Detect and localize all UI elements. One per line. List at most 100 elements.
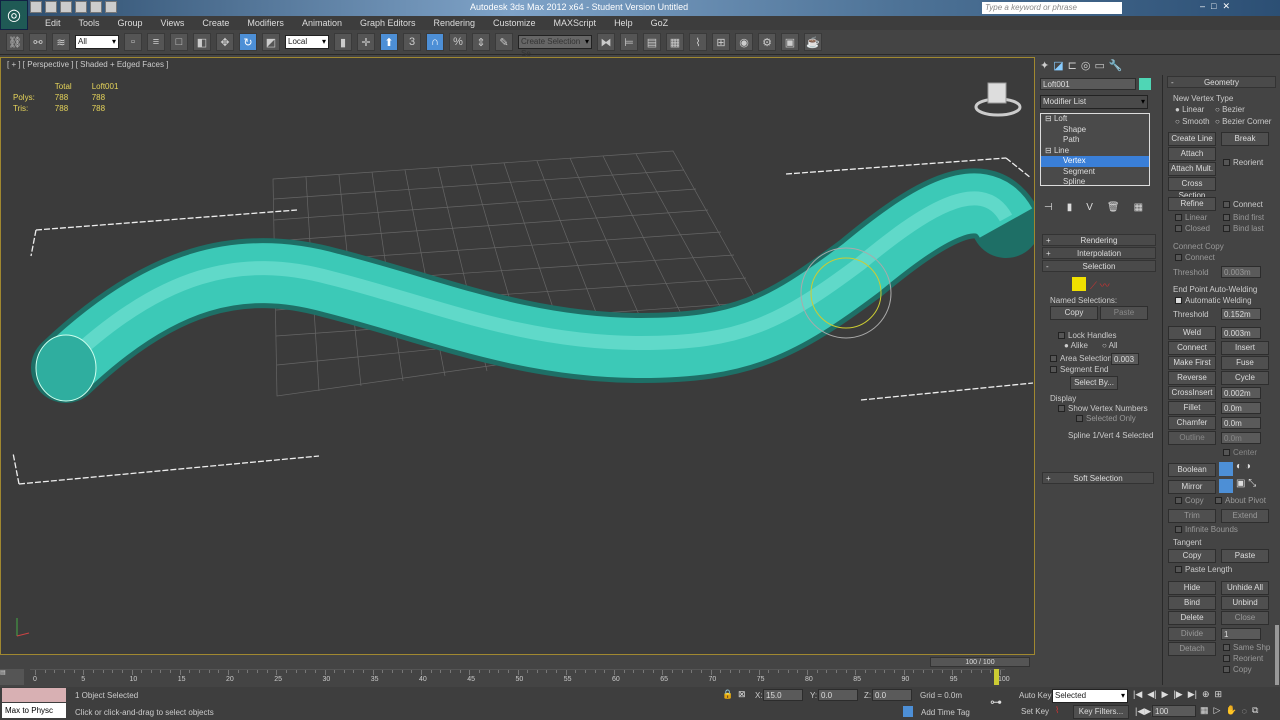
configure-sets-icon[interactable]: ▦ bbox=[1134, 202, 1143, 213]
menu-views[interactable]: Views bbox=[152, 16, 194, 30]
connect-button[interactable]: Connect bbox=[1168, 341, 1216, 355]
stack-item-path[interactable]: Path bbox=[1041, 135, 1149, 146]
chamfer-button[interactable]: Chamfer bbox=[1168, 416, 1216, 430]
spinner-snap-icon[interactable]: ⇕ bbox=[472, 33, 490, 51]
curve-editor-icon[interactable]: ⌇ bbox=[689, 33, 707, 51]
center-checkbox[interactable]: Center bbox=[1223, 448, 1257, 457]
fillet-spinner[interactable]: 0.0m bbox=[1221, 402, 1261, 414]
segment-end-checkbox[interactable]: Segment End bbox=[1050, 365, 1108, 374]
current-frame-field[interactable]: 100 bbox=[1152, 705, 1196, 717]
paste-named-sel-button[interactable]: Paste bbox=[1100, 306, 1148, 320]
selection-lock-icon[interactable]: 🔒 bbox=[722, 689, 733, 700]
mirror-icon[interactable]: ⧓ bbox=[597, 33, 615, 51]
menu-goz[interactable]: GoZ bbox=[642, 16, 678, 30]
bind-button[interactable]: Bind bbox=[1168, 596, 1216, 610]
same-shape-checkbox[interactable]: Same Shp bbox=[1223, 643, 1270, 652]
subtract-intersect-icons[interactable]: ◐ ◑ bbox=[1236, 461, 1251, 472]
selection-rollout[interactable]: - Selection bbox=[1042, 260, 1156, 272]
modify-tab-icon[interactable]: ◪ bbox=[1053, 59, 1063, 72]
z-coordinate-field[interactable]: 0.0 bbox=[872, 689, 912, 701]
make-unique-icon[interactable]: V bbox=[1086, 202, 1093, 213]
align-icon[interactable]: ⊨ bbox=[620, 33, 638, 51]
detach-copy-checkbox[interactable]: Copy bbox=[1223, 665, 1252, 674]
trim-button[interactable]: Trim bbox=[1168, 509, 1216, 523]
fillet-button[interactable]: Fillet bbox=[1168, 401, 1216, 415]
connect-checkbox[interactable]: Connect bbox=[1223, 200, 1263, 209]
menu-help[interactable]: Help bbox=[605, 16, 642, 30]
close-spline-button[interactable]: Close bbox=[1221, 611, 1269, 625]
alike-radio[interactable]: ● Alike bbox=[1064, 341, 1088, 350]
menu-group[interactable]: Group bbox=[109, 16, 152, 30]
fuse-button[interactable]: Fuse bbox=[1221, 356, 1269, 370]
render-setup-icon[interactable]: ⚙ bbox=[758, 33, 776, 51]
viewport-label[interactable]: [ + ] [ Perspective ] [ Shaded + Edged F… bbox=[7, 60, 168, 69]
undo-icon[interactable] bbox=[75, 1, 87, 13]
rotate-icon[interactable]: ↻ bbox=[239, 33, 257, 51]
menu-edit[interactable]: Edit bbox=[36, 16, 70, 30]
panel-scrollbar[interactable] bbox=[1275, 625, 1279, 685]
menu-rendering[interactable]: Rendering bbox=[425, 16, 485, 30]
menu-animation[interactable]: Animation bbox=[293, 16, 351, 30]
time-config-icon[interactable]: ▦ bbox=[1200, 705, 1209, 716]
attach-mult-button[interactable]: Attach Mult. bbox=[1168, 162, 1216, 176]
copy-named-sel-button[interactable]: Copy bbox=[1050, 306, 1098, 320]
x-coordinate-field[interactable]: 15.0 bbox=[763, 689, 803, 701]
edit-named-sets-icon[interactable]: ✎ bbox=[495, 33, 513, 51]
set-key-button[interactable]: Set Key bbox=[1021, 707, 1049, 716]
close-button[interactable]: ✕ bbox=[1222, 1, 1230, 12]
select-by-button[interactable]: Select By... bbox=[1070, 376, 1118, 390]
create-tab-icon[interactable]: ✦ bbox=[1040, 59, 1049, 72]
scale-icon[interactable]: ◩ bbox=[262, 33, 280, 51]
hierarchy-tab-icon[interactable]: ⊏ bbox=[1068, 59, 1077, 72]
add-time-tag[interactable]: Add Time Tag bbox=[921, 708, 970, 717]
layer-manager-icon[interactable]: ▤ bbox=[643, 33, 661, 51]
menu-maxscript[interactable]: MAXScript bbox=[545, 16, 606, 30]
show-end-result-icon[interactable]: ▮ bbox=[1067, 202, 1073, 213]
curve-editor-toggle[interactable]: ▤ bbox=[0, 669, 24, 685]
divide-spinner[interactable]: 1 bbox=[1221, 628, 1261, 640]
create-line-button[interactable]: Create Line bbox=[1168, 132, 1216, 146]
pin-stack-icon[interactable]: ⊣ bbox=[1044, 202, 1053, 213]
zoom-all-icon[interactable]: ⊞ bbox=[1215, 689, 1223, 700]
mirror-button[interactable]: Mirror bbox=[1168, 480, 1216, 494]
app-logo-button[interactable]: ◎ bbox=[0, 0, 28, 30]
modifier-list-dropdown[interactable]: Modifier List bbox=[1040, 95, 1148, 109]
link-icon[interactable]: ⛓ bbox=[6, 33, 24, 51]
linear-radio[interactable]: ● Linear bbox=[1175, 105, 1204, 114]
stack-item-spline[interactable]: Spline bbox=[1041, 177, 1149, 188]
closed-checkbox[interactable]: Closed bbox=[1175, 224, 1210, 233]
object-name-field[interactable]: Loft001 bbox=[1040, 78, 1136, 90]
key-mode-toggle-icon[interactable]: |◀▶| bbox=[1135, 706, 1154, 717]
maximize-button[interactable]: □ bbox=[1211, 1, 1216, 12]
maximize-viewport-icon[interactable]: ⧉ bbox=[1252, 705, 1258, 716]
viewcube-icon[interactable] bbox=[974, 82, 1022, 117]
percent-snap-icon[interactable]: % bbox=[449, 33, 467, 51]
time-tag-icon[interactable] bbox=[903, 706, 913, 717]
make-first-button[interactable]: Make First bbox=[1168, 356, 1216, 370]
tangent-paste-button[interactable]: Paste bbox=[1221, 549, 1269, 563]
project-icon[interactable] bbox=[105, 1, 117, 13]
schematic-view-icon[interactable]: ⊞ bbox=[712, 33, 730, 51]
cycle-button[interactable]: Cycle bbox=[1221, 371, 1269, 385]
infinite-bounds-checkbox[interactable]: Infinite Bounds bbox=[1175, 525, 1238, 534]
outline-spinner[interactable]: 0.0m bbox=[1221, 432, 1261, 444]
pan-icon[interactable]: ✋ bbox=[1225, 705, 1236, 716]
break-button[interactable]: Break bbox=[1221, 132, 1269, 146]
orbit-icon[interactable]: ◌ bbox=[1242, 706, 1247, 716]
menu-customize[interactable]: Customize bbox=[484, 16, 545, 30]
bind-space-warp-icon[interactable]: ≋ bbox=[52, 33, 70, 51]
move-icon[interactable]: ✥ bbox=[216, 33, 234, 51]
stack-item-segment[interactable]: Segment bbox=[1041, 167, 1149, 178]
display-tab-icon[interactable]: ▭ bbox=[1094, 59, 1104, 72]
detach-button[interactable]: Detach bbox=[1168, 642, 1216, 656]
all-radio[interactable]: ○ All bbox=[1102, 341, 1118, 350]
pivot-center-icon[interactable]: ▮ bbox=[334, 33, 352, 51]
outline-button[interactable]: Outline bbox=[1168, 431, 1216, 445]
time-slider[interactable]: 100 / 100 bbox=[930, 657, 1030, 667]
set-key-icon[interactable]: ⊶ bbox=[990, 695, 1002, 709]
geometry-rollout-header[interactable]: - Geometry bbox=[1167, 76, 1276, 88]
bezier-corner-radio[interactable]: ○ Bezier Corner bbox=[1215, 117, 1271, 126]
select-by-name-icon[interactable]: ≡ bbox=[147, 33, 165, 51]
new-icon[interactable] bbox=[30, 1, 42, 13]
weld-button[interactable]: Weld bbox=[1168, 326, 1216, 340]
